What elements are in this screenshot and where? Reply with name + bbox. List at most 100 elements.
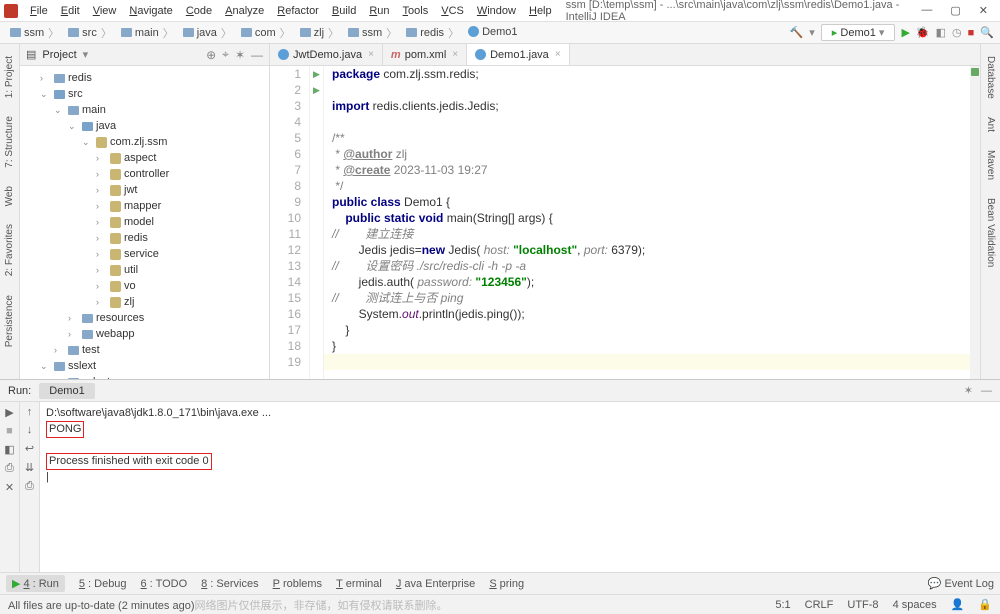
maximize-icon[interactable]: ▢	[950, 4, 960, 17]
stop-icon[interactable]: ■	[6, 425, 13, 437]
bottom-tab[interactable]: 6: TODO	[141, 578, 188, 590]
left-stripe-tab[interactable]: 1: Project	[3, 52, 16, 102]
inspection-icon[interactable]: 👤	[951, 598, 965, 611]
close-icon[interactable]: ✕	[979, 4, 988, 17]
right-stripe-tab[interactable]: Database	[984, 52, 997, 103]
menu-refactor[interactable]: Refactor	[271, 3, 325, 19]
run-settings-icon[interactable]: ✶	[964, 384, 973, 397]
menu-code[interactable]: Code	[180, 3, 218, 19]
search-icon[interactable]: 🔍	[980, 26, 994, 39]
hide-icon[interactable]: —	[251, 48, 263, 62]
left-stripe-tab[interactable]: Web	[3, 182, 16, 210]
bottom-tab[interactable]: Spring	[489, 578, 524, 590]
menu-edit[interactable]: Edit	[55, 3, 86, 19]
tree-node[interactable]: ›redis	[20, 70, 269, 86]
tree-node[interactable]: ›util	[20, 262, 269, 278]
bottom-tab[interactable]: Problems	[273, 578, 322, 590]
tree-node[interactable]: ›resources	[20, 310, 269, 326]
error-stripe[interactable]	[970, 66, 980, 379]
bottom-tab[interactable]: Terminal	[336, 578, 382, 590]
build-icon[interactable]: 🔨	[790, 26, 804, 39]
lock-icon[interactable]: 🔒	[978, 598, 992, 611]
tree-node[interactable]: ⌄com.zlj.ssm	[20, 134, 269, 150]
left-stripe-tab[interactable]: Persistence	[3, 291, 16, 351]
layout-icon[interactable]: ◧	[4, 443, 14, 456]
tree-node[interactable]: ⌄java	[20, 118, 269, 134]
editor-tab[interactable]: JwtDemo.java×	[270, 44, 383, 65]
collapse-icon[interactable]: ⊕	[206, 48, 216, 62]
left-stripe-tab[interactable]: 2: Favorites	[3, 220, 16, 280]
close-tab-icon[interactable]: ×	[452, 49, 458, 60]
breadcrumb-item[interactable]: ssm 〉	[6, 24, 64, 42]
tree-node[interactable]: ›redis	[20, 230, 269, 246]
print-icon[interactable]: ⎙	[25, 480, 34, 493]
tree-node[interactable]: ›service	[20, 246, 269, 262]
minimize-icon[interactable]: —	[921, 4, 932, 17]
menu-file[interactable]: File	[24, 3, 54, 19]
bottom-tab[interactable]: 8: Services	[201, 578, 258, 590]
tree-node[interactable]: ⌄sslext	[20, 358, 269, 374]
close-tab-icon[interactable]: ✕	[5, 481, 14, 494]
bottom-tab[interactable]: Java Enterprise	[396, 578, 475, 590]
profile-icon[interactable]: ◷	[952, 26, 962, 39]
event-log-tab[interactable]: 💬 Event Log	[928, 577, 994, 590]
stop-icon[interactable]: ■	[968, 27, 975, 39]
tree-node[interactable]: ⌄main	[20, 102, 269, 118]
breadcrumb-item[interactable]: zlj 〉	[296, 24, 344, 42]
file-encoding[interactable]: UTF-8	[847, 599, 878, 611]
rerun-icon[interactable]: ▶	[5, 406, 13, 419]
right-stripe-tab[interactable]: Maven	[984, 146, 997, 184]
tree-node[interactable]: ›aspect	[20, 150, 269, 166]
breadcrumb-item[interactable]: src 〉	[64, 24, 117, 42]
indent-info[interactable]: 4 spaces	[893, 599, 937, 611]
menu-help[interactable]: Help	[523, 3, 558, 19]
project-tree[interactable]: ›redis⌄src⌄main⌄java⌄com.zlj.ssm›aspect›…	[20, 66, 269, 379]
up-icon[interactable]: ↑	[27, 406, 33, 418]
chevron-down-icon[interactable]: ▾	[809, 26, 815, 39]
scroll-icon[interactable]: ⇊	[25, 461, 34, 474]
breadcrumb-item[interactable]: main 〉	[117, 24, 179, 42]
bottom-tab[interactable]: ▶ 4: Run	[6, 575, 65, 592]
settings-icon[interactable]: ✶	[235, 48, 245, 62]
breadcrumb-item[interactable]: redis 〉	[402, 24, 464, 42]
right-stripe-tab[interactable]: Bean Validation	[984, 194, 997, 271]
right-stripe-tab[interactable]: Ant	[984, 113, 997, 136]
tree-node[interactable]: ›jwt	[20, 182, 269, 198]
wrap-icon[interactable]: ↩	[25, 442, 34, 455]
editor-tab[interactable]: mpom.xml×	[383, 44, 467, 65]
menu-window[interactable]: Window	[471, 3, 522, 19]
run-tab[interactable]: Demo1	[39, 383, 94, 399]
tree-node[interactable]: ›vo	[20, 278, 269, 294]
tree-node[interactable]: ›test	[20, 342, 269, 358]
breadcrumb-item[interactable]: ssm 〉	[344, 24, 402, 42]
tree-node[interactable]: ⌄src	[20, 86, 269, 102]
menu-analyze[interactable]: Analyze	[219, 3, 270, 19]
coverage-icon[interactable]: ◧	[936, 26, 946, 39]
editor-tab[interactable]: Demo1.java×	[467, 44, 570, 65]
debug-icon[interactable]: 🐞	[916, 26, 930, 39]
run-icon[interactable]: ▶	[901, 26, 909, 39]
menu-tools[interactable]: Tools	[397, 3, 435, 19]
close-tab-icon[interactable]: ×	[368, 49, 374, 60]
close-tab-icon[interactable]: ×	[555, 49, 561, 60]
tree-node[interactable]: ›mapper	[20, 198, 269, 214]
breadcrumb-item[interactable]: Demo1	[464, 25, 521, 39]
console-output[interactable]: D:\software\java8\jdk1.8.0_171\bin\java.…	[40, 402, 1000, 572]
tree-node[interactable]: ›webapp	[20, 326, 269, 342]
left-stripe-tab[interactable]: 7: Structure	[3, 112, 16, 172]
select-opened-icon[interactable]: ⌖	[222, 47, 229, 62]
tree-node[interactable]: ›model	[20, 214, 269, 230]
run-hide-icon[interactable]: —	[981, 385, 992, 397]
tree-node[interactable]: ›zlj	[20, 294, 269, 310]
down-icon[interactable]: ↓	[27, 424, 33, 436]
menu-build[interactable]: Build	[326, 3, 362, 19]
menu-vcs[interactable]: VCS	[435, 3, 470, 19]
tree-node[interactable]: ›sslext	[20, 374, 269, 379]
menu-navigate[interactable]: Navigate	[123, 3, 178, 19]
breadcrumb-item[interactable]: com 〉	[237, 24, 296, 42]
pin-icon[interactable]: ⎙	[5, 462, 14, 475]
run-config-selector[interactable]: ▸ Demo1 ▾	[821, 24, 896, 41]
menu-view[interactable]: View	[87, 3, 123, 19]
tree-node[interactable]: ›controller	[20, 166, 269, 182]
bottom-tab[interactable]: 5: Debug	[79, 578, 127, 590]
